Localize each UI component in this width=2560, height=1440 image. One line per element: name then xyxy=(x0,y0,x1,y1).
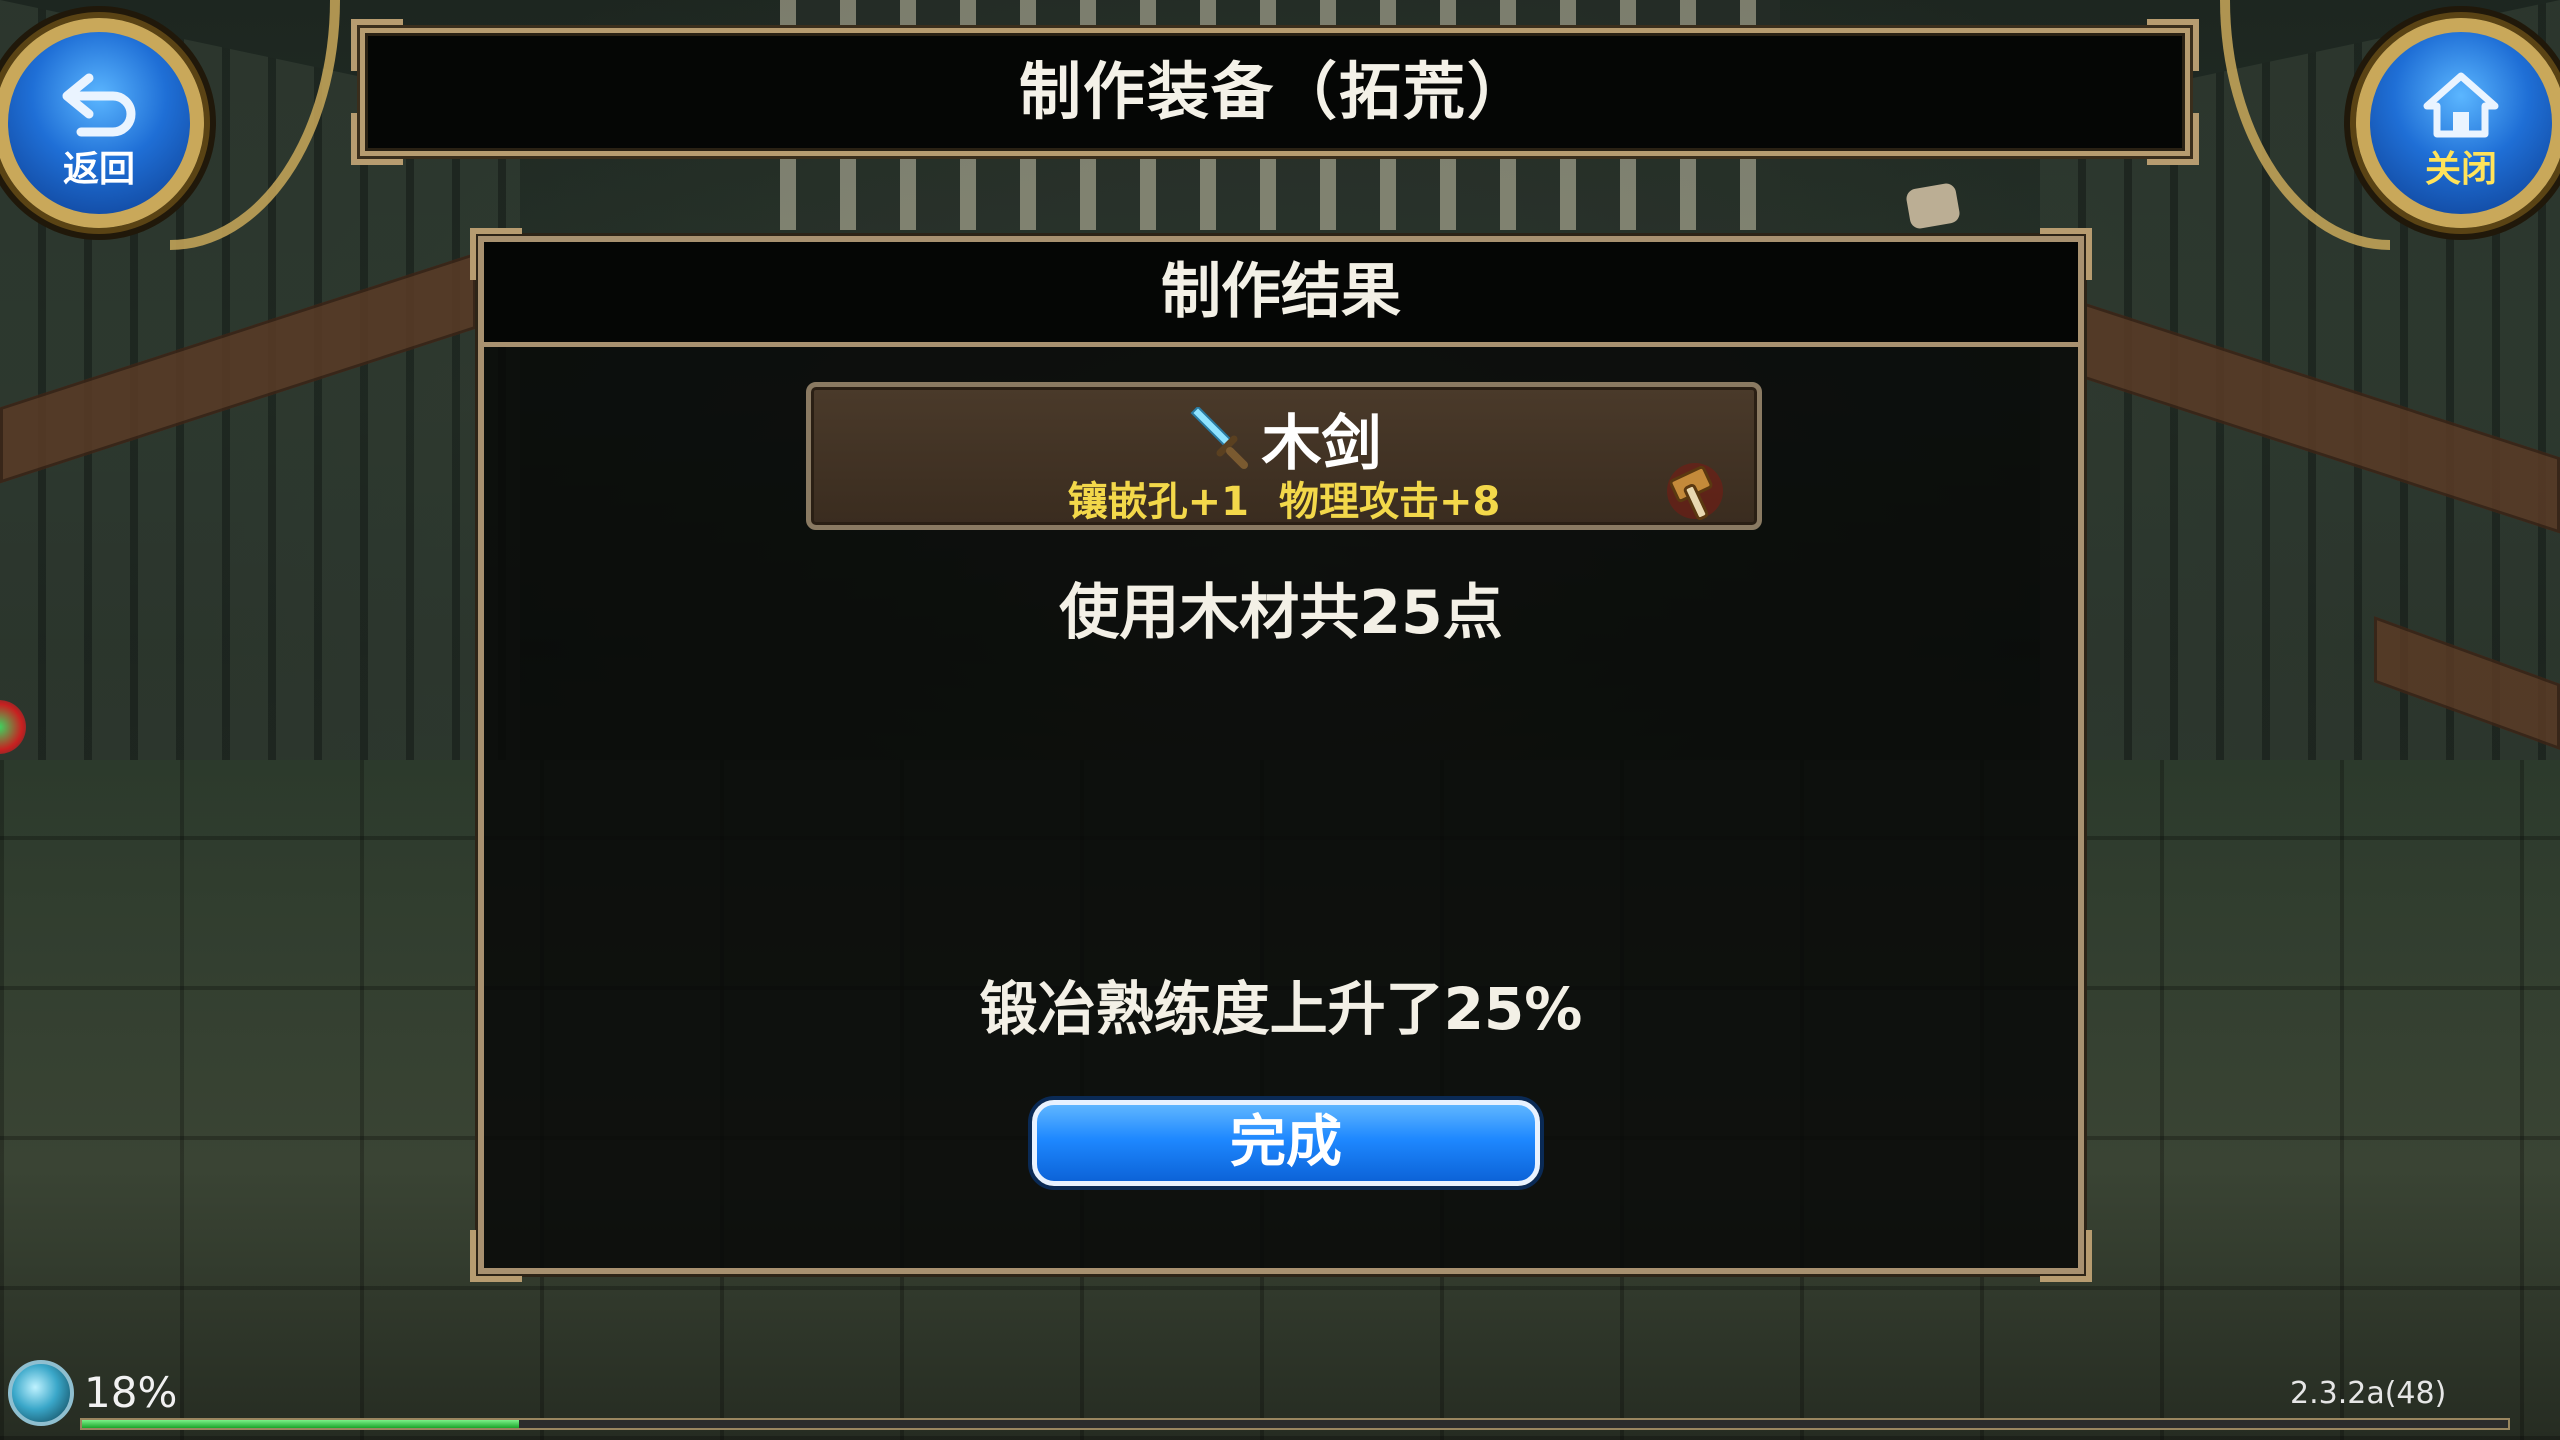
panel-title: 制作结果 xyxy=(1161,257,1401,327)
close-label: 关闭 xyxy=(2424,149,2497,190)
skill-progress-text: 锻冶熟练度上升了25% xyxy=(979,975,1583,1043)
panel-header: 制作结果 xyxy=(484,242,2078,347)
sword-icon xyxy=(1186,405,1250,471)
done-button[interactable]: 完成 xyxy=(1032,1100,1540,1186)
title-bar: 制作装备（拓荒） xyxy=(351,19,2199,165)
hammer-icon xyxy=(1659,451,1731,523)
page-title: 制作装备（拓荒） xyxy=(1018,55,1531,128)
back-label: 返回 xyxy=(62,149,135,190)
item-stats: 镶嵌孔+1 物理攻击+8 xyxy=(811,469,1757,527)
item-name-row: 木剑 xyxy=(811,395,1757,479)
exp-progress-fill xyxy=(82,1420,519,1428)
exp-progress-bar xyxy=(80,1418,2510,1430)
exp-orb-icon xyxy=(8,1360,74,1426)
version-label: 2.3.2a(48) xyxy=(2290,1376,2447,1411)
floating-gem xyxy=(1904,181,1962,231)
back-arrow-icon xyxy=(8,70,190,151)
stat-attack: 物理攻击+8 xyxy=(1278,479,1501,525)
frame-corner xyxy=(2040,1230,2092,1282)
crafted-item-card[interactable]: 木剑 镶嵌孔+1 物理攻击+8 xyxy=(806,382,1762,530)
home-icon xyxy=(2370,70,2552,151)
back-button[interactable]: 返回 xyxy=(0,18,204,228)
frame-corner xyxy=(470,1230,522,1282)
close-button[interactable]: 关闭 xyxy=(2356,18,2560,228)
exp-percent: 18% xyxy=(84,1368,178,1417)
stat-socket: 镶嵌孔+1 xyxy=(1067,479,1250,525)
craft-result-panel: 制作结果 木剑 镶嵌孔+1 物理攻击+8 使用木材共25点 锻冶熟练度上升了25… xyxy=(470,228,2092,1282)
material-usage-text: 使用木材共25点 xyxy=(1059,578,1503,648)
